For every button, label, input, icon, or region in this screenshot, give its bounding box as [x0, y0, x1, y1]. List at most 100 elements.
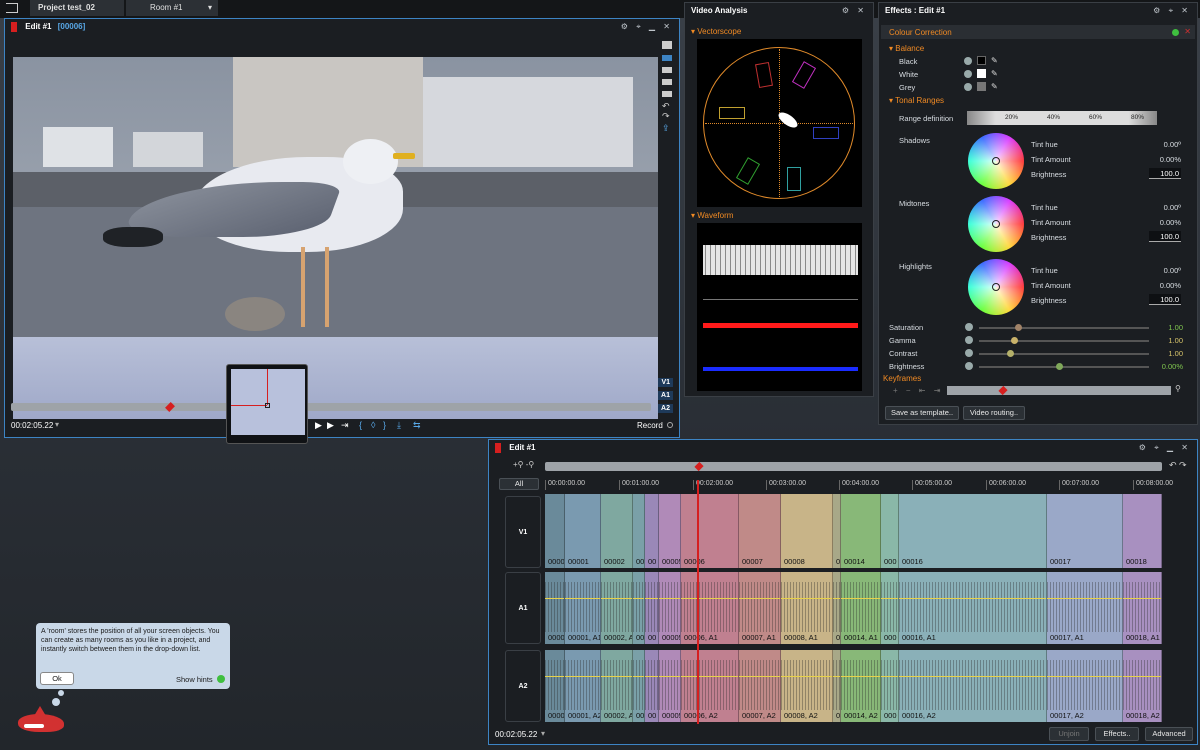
track-a1[interactable]: 000000001, A100002, A000000000500006, A1…: [545, 572, 1162, 644]
brightness-value[interactable]: 0.00%: [1149, 362, 1183, 371]
eyedropper-icon[interactable]: ✎: [991, 82, 998, 91]
video-clip[interactable]: 00005: [659, 494, 681, 568]
record-indicator[interactable]: [667, 422, 673, 428]
balance-section[interactable]: ▾ Balance: [889, 44, 924, 53]
audio-clip[interactable]: 00018, A1: [1123, 572, 1162, 644]
gamma-value[interactable]: 1.00: [1149, 336, 1183, 345]
room-dropdown[interactable]: Room #1 ▾: [126, 0, 218, 16]
wheel-handle[interactable]: [992, 157, 1000, 165]
audio-clip[interactable]: 00008, A1: [781, 572, 833, 644]
video-clip[interactable]: 00: [645, 494, 659, 568]
panel-icon[interactable]: [662, 67, 672, 73]
shadows-color-wheel[interactable]: [968, 133, 1024, 189]
chevron-down-icon[interactable]: ▾: [541, 729, 545, 738]
layout-icon[interactable]: [662, 55, 672, 61]
mark-out-button[interactable]: }: [383, 420, 386, 430]
volume-line[interactable]: [1123, 676, 1161, 677]
volume-line[interactable]: [659, 598, 680, 599]
video-clip[interactable]: 0000: [545, 494, 565, 568]
volume-line[interactable]: [681, 598, 738, 599]
volume-line[interactable]: [545, 598, 564, 599]
audio-clip[interactable]: 00006, A2: [681, 650, 739, 722]
volume-line[interactable]: [739, 676, 780, 677]
effects-window-controls[interactable]: ⚙ ⌖ ✕: [1153, 6, 1191, 16]
contrast-slider[interactable]: [979, 353, 1149, 355]
video-clip[interactable]: 00014: [841, 494, 881, 568]
skip-end-button[interactable]: ⇥: [341, 420, 349, 431]
vectorscope-section[interactable]: ▾ Vectorscope: [691, 27, 741, 36]
audio-clip[interactable]: 0000: [545, 650, 565, 722]
audio-clip[interactable]: 0: [833, 650, 841, 722]
brightness-knob[interactable]: [1056, 363, 1063, 370]
volume-line[interactable]: [881, 598, 898, 599]
panel-icon[interactable]: [662, 79, 672, 85]
highlights-brightness-input[interactable]: 100.0: [1149, 294, 1181, 305]
timeline-playhead[interactable]: [697, 480, 699, 724]
video-clip[interactable]: 00017: [1047, 494, 1123, 568]
video-routing-button[interactable]: Video routing..: [963, 406, 1025, 420]
video-clip[interactable]: 00008: [781, 494, 833, 568]
contrast-value[interactable]: 1.00: [1149, 349, 1183, 358]
reset-icon[interactable]: [964, 83, 972, 91]
record-label[interactable]: Record: [637, 421, 663, 430]
video-clip[interactable]: 00002: [601, 494, 633, 568]
volume-line[interactable]: [899, 598, 1046, 599]
audio-clip[interactable]: 00002, A: [601, 650, 633, 722]
zoom-icon[interactable]: ⚲: [1175, 384, 1181, 393]
audio-clip[interactable]: 00: [645, 650, 659, 722]
track-a2[interactable]: 000000001, A200002, A000000000500006, A2…: [545, 650, 1162, 722]
chevron-down-icon[interactable]: ▾: [55, 420, 59, 429]
saturation-knob[interactable]: [1015, 324, 1022, 331]
track-a1-label[interactable]: A1: [658, 391, 673, 400]
audio-clip[interactable]: 00014, A1: [841, 572, 881, 644]
waveform-section[interactable]: ▾ Waveform: [691, 211, 733, 220]
audio-clip[interactable]: 00016, A1: [899, 572, 1047, 644]
all-tracks-button[interactable]: All: [499, 478, 539, 490]
redo-icon[interactable]: ↷: [662, 111, 670, 122]
show-hints-toggle[interactable]: [217, 675, 225, 683]
audio-clip[interactable]: 00008, A2: [781, 650, 833, 722]
video-frame[interactable]: [13, 57, 658, 419]
reset-icon[interactable]: [965, 323, 973, 331]
volume-line[interactable]: [601, 598, 632, 599]
viewer-window-controls[interactable]: ⚙ ⌖ ▁ ✕: [621, 22, 673, 32]
audio-clip[interactable]: 000: [881, 650, 899, 722]
viewer-scrub-bar[interactable]: [11, 403, 651, 411]
audio-clip[interactable]: 000: [881, 572, 899, 644]
audio-clip[interactable]: 000: [633, 650, 645, 722]
saturation-value[interactable]: 1.00: [1149, 323, 1183, 332]
volume-line[interactable]: [1047, 598, 1122, 599]
undo-icon[interactable]: ↶ ↷: [1169, 460, 1187, 471]
audio-clip[interactable]: 00016, A2: [899, 650, 1047, 722]
white-swatch[interactable]: [977, 69, 986, 78]
audio-clip[interactable]: 00017, A2: [1047, 650, 1123, 722]
timeline-ruler[interactable]: 00:00:00.00 00:01:00.00 00:02:00.00 00:0…: [545, 480, 1173, 492]
volume-line[interactable]: [833, 676, 840, 677]
volume-line[interactable]: [681, 676, 738, 677]
track-v1-label[interactable]: V1: [658, 378, 673, 387]
shark-mascot-icon[interactable]: [14, 706, 68, 736]
audio-clip[interactable]: 0: [833, 572, 841, 644]
track-head-v1[interactable]: V1: [505, 496, 541, 568]
highlights-tint-amount-value[interactable]: 0.00%: [1129, 281, 1181, 290]
show-hints-label[interactable]: Show hints: [176, 675, 213, 684]
timeline-overview-bar[interactable]: [545, 462, 1162, 471]
track-v1[interactable]: 0000000010000200000000050000600007000080…: [545, 494, 1162, 568]
keyframe-track[interactable]: [947, 386, 1171, 395]
audio-clip[interactable]: 00: [645, 572, 659, 644]
saturation-slider[interactable]: [979, 327, 1149, 329]
volume-line[interactable]: [545, 676, 564, 677]
volume-line[interactable]: [739, 598, 780, 599]
audio-clip[interactable]: 00005: [659, 572, 681, 644]
reset-icon[interactable]: [965, 349, 973, 357]
video-clip[interactable]: 00018: [1123, 494, 1162, 568]
video-clip[interactable]: 000: [881, 494, 899, 568]
video-clip[interactable]: 00006: [681, 494, 739, 568]
shadows-brightness-input[interactable]: 100.0: [1149, 168, 1181, 179]
grey-swatch[interactable]: [977, 82, 986, 91]
volume-line[interactable]: [899, 676, 1046, 677]
midtones-tint-amount-value[interactable]: 0.00%: [1129, 218, 1181, 227]
midtones-tint-hue-value[interactable]: 0.00º: [1129, 203, 1181, 212]
audio-clip[interactable]: 00006, A1: [681, 572, 739, 644]
volume-line[interactable]: [565, 676, 600, 677]
